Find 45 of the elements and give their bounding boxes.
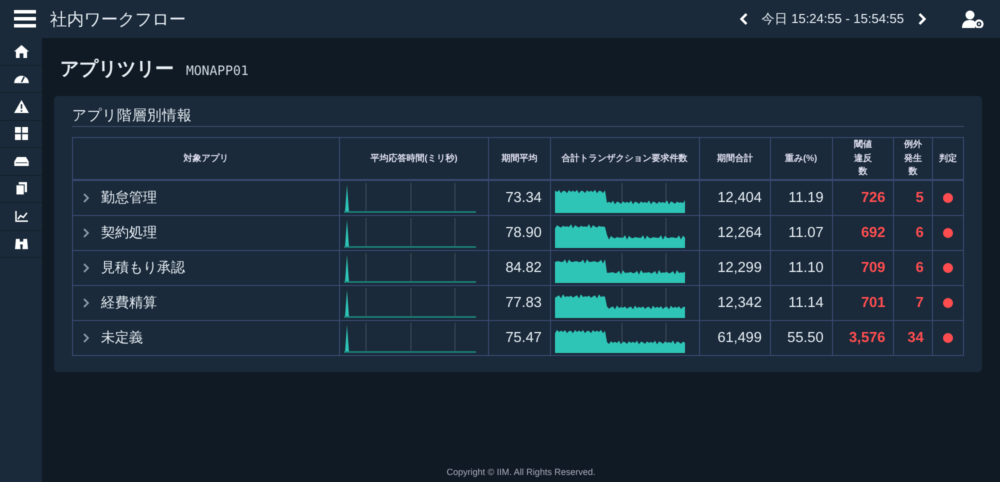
app-name[interactable]: 勤怠管理 [101, 188, 157, 206]
table-cell: 77.83 [488, 285, 550, 320]
column-header: 対象アプリ [184, 152, 228, 164]
table-cell: 692 [832, 215, 894, 250]
table-cell: 34 [894, 320, 932, 355]
table-cell: 12,342 [699, 285, 770, 320]
table-cell: 61,499 [699, 320, 770, 355]
table-cell: 6 [894, 215, 932, 250]
table-cell: 7 [894, 285, 932, 320]
table-cell: 709 [832, 250, 894, 285]
column-header: 閾値違反数 [853, 138, 872, 178]
table-cell: 75.47 [488, 320, 550, 355]
table-cell: 12,299 [699, 250, 770, 285]
panel-title: アプリ階層別情報 [72, 106, 964, 127]
app-title: 社内ワークフロー [50, 8, 186, 30]
table-cell: 12,404 [699, 180, 770, 215]
table-cell: 6 [894, 250, 932, 285]
time-range: 今日 15:24:55 - 15:54:55 [762, 10, 904, 28]
table-cell: 12,264 [699, 215, 770, 250]
app-name[interactable]: 見積もり承認 [101, 258, 185, 276]
table-cell: 78.90 [488, 215, 550, 250]
table-cell: 11.19 [770, 180, 832, 215]
table-cell: 11.10 [770, 250, 832, 285]
column-header: 判定 [938, 152, 957, 164]
table-cell: 5 [894, 180, 932, 215]
table-cell: 11.07 [770, 215, 832, 250]
column-header: 合計トランザクション要求件数 [562, 152, 688, 164]
app-name[interactable]: 未定義 [101, 328, 143, 346]
column-header: 期間平均 [501, 152, 538, 164]
table-cell: 701 [832, 285, 894, 320]
column-header: 重み(%) [785, 152, 818, 165]
table-cell: 3,576 [832, 320, 894, 355]
table-cell: 55.50 [770, 320, 832, 355]
app-name[interactable]: 経費精算 [101, 294, 157, 312]
app-name[interactable]: 契約処理 [101, 224, 157, 242]
table-cell: 726 [832, 180, 894, 215]
column-header: 平均応答時間(ミリ秒) [370, 152, 458, 165]
table-cell: 11.14 [770, 285, 832, 320]
page-title: アプリツリー [60, 57, 174, 82]
table-cell: 84.82 [488, 250, 550, 285]
app-id: MONAPP01 [186, 64, 249, 79]
table-cell: 73.34 [488, 180, 550, 215]
copyright: Copyright © IIM. All Rights Reserved. [446, 467, 596, 477]
column-header: 例外発生数 [904, 138, 922, 178]
column-header: 期間合計 [716, 152, 753, 164]
